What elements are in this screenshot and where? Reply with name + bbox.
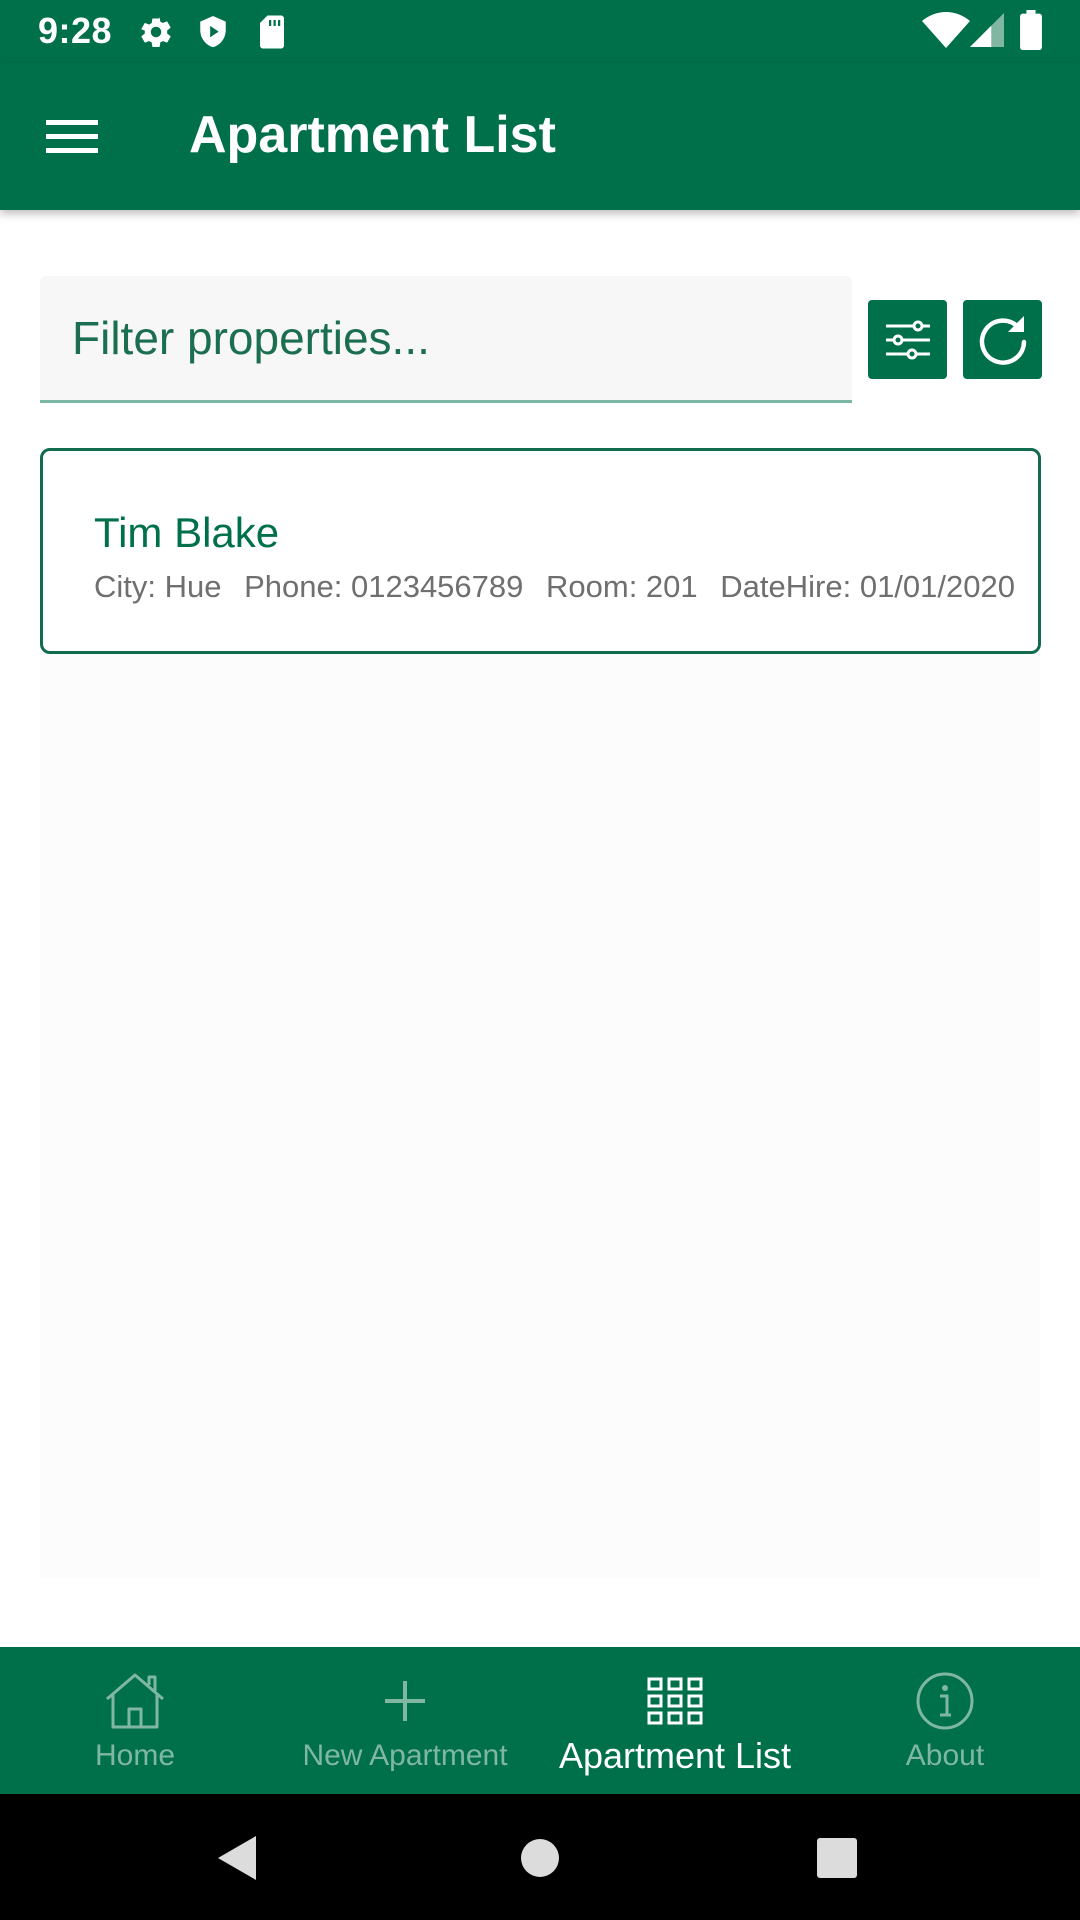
nav-label-home: Home <box>94 1739 176 1772</box>
refresh-button[interactable] <box>963 300 1042 379</box>
nav-label-apartment-list: Apartment List <box>558 1735 792 1776</box>
app-bar: Apartment List <box>0 63 1080 210</box>
apartment-details: City: Hue Phone: 0123456789 Room: 201 Da… <box>94 569 1029 605</box>
nav-label-new-apartment: New Apartment <box>302 1739 508 1772</box>
info-icon <box>916 1672 974 1730</box>
plus-icon <box>385 1681 425 1721</box>
date-hire-text: DateHire: 01/01/2020 <box>720 569 1015 604</box>
apartment-list[interactable]: Tim Blake City: Hue Phone: 0123456789 Ro… <box>40 448 1041 1578</box>
nav-item-about[interactable]: About <box>810 1647 1080 1794</box>
nav-label-about: About <box>905 1739 985 1772</box>
sliders-icon <box>885 320 930 359</box>
room-text: Room: 201 <box>546 569 698 604</box>
refresh-icon <box>979 315 1026 365</box>
sd-card-icon <box>260 15 284 49</box>
menu-button[interactable] <box>30 99 114 175</box>
home-icon <box>106 1673 164 1729</box>
bottom-navigation: Home New Apartment Apartment List About <box>0 1647 1080 1794</box>
hamburger-menu-icon <box>46 120 98 153</box>
nav-item-home[interactable]: Home <box>0 1647 270 1794</box>
filter-input[interactable] <box>72 306 832 370</box>
gear-icon <box>141 17 171 48</box>
shield-play-icon <box>200 16 226 48</box>
system-navigation-bar <box>0 1794 1080 1920</box>
apartment-list-screen: 9:28 Apartment List Filter properties...… <box>0 0 1080 1920</box>
apartment-card[interactable]: Tim Blake City: Hue Phone: 0123456789 Ro… <box>40 448 1041 654</box>
nav-item-apartment-list[interactable]: Apartment List <box>540 1647 810 1794</box>
back-icon[interactable] <box>218 1836 258 1880</box>
phone-text: Phone: 0123456789 <box>244 569 524 604</box>
battery-icon <box>1020 10 1042 50</box>
wifi-icon <box>922 12 970 48</box>
grid-icon <box>647 1677 703 1725</box>
signal-icon <box>970 13 1004 47</box>
home-circle-icon[interactable] <box>520 1838 560 1878</box>
page-title: Apartment List <box>189 106 556 164</box>
status-time: 9:28 <box>38 10 113 51</box>
filter-options-button[interactable] <box>868 300 947 379</box>
recents-icon[interactable] <box>817 1838 857 1878</box>
filter-field[interactable] <box>40 276 852 403</box>
city-text: City: Hue <box>94 569 222 604</box>
tenant-name: Tim Blake <box>94 509 280 556</box>
nav-item-new-apartment[interactable]: New Apartment <box>270 1647 540 1794</box>
status-bar: 9:28 <box>0 0 1080 63</box>
